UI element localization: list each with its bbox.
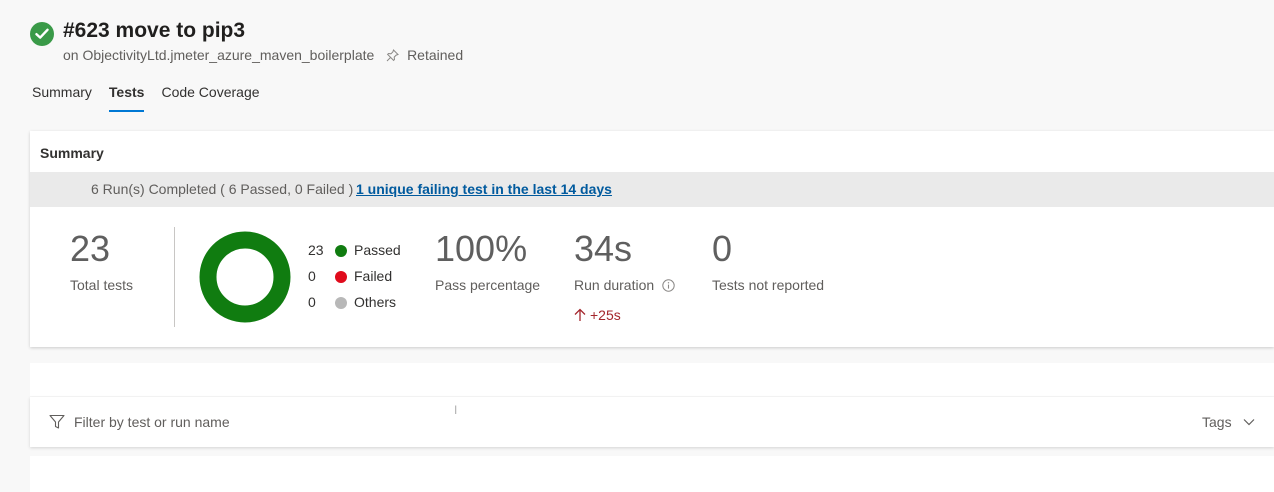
run-duration-label-row: Run duration — [574, 277, 675, 295]
tags-label: Tags — [1202, 414, 1232, 430]
run-status-bar: 6 Run(s) Completed ( 6 Passed, 0 Failed … — [30, 172, 1274, 207]
tab-bar: Summary Tests Code Coverage — [32, 84, 277, 112]
check-circle-icon — [30, 22, 54, 46]
pass-percentage-value: 100% — [435, 228, 528, 269]
passed-dot-icon — [335, 245, 347, 257]
retained-label: Retained — [407, 47, 464, 63]
tab-tests[interactable]: Tests — [108, 84, 145, 112]
summary-title: Summary — [40, 145, 104, 161]
duration-delta-value: +25s — [590, 307, 621, 323]
others-count: 0 — [308, 294, 316, 310]
not-reported-value: 0 — [712, 228, 733, 269]
outcome-donut-chart — [199, 231, 291, 323]
run-duration-label: Run duration — [574, 277, 655, 293]
pass-percentage-label: Pass percentage — [435, 277, 541, 293]
duration-delta: +25s — [574, 307, 675, 323]
not-reported-metric: 0 Tests not reported — [712, 227, 824, 293]
tab-code-coverage[interactable]: Code Coverage — [161, 84, 259, 112]
chevron-down-icon — [1244, 419, 1255, 426]
pin-icon — [386, 49, 400, 65]
run-duration-metric: 34s Run duration +25s — [574, 227, 675, 323]
others-label: Others — [354, 294, 397, 310]
arrow-up-icon — [574, 308, 586, 321]
build-subtitle: on ObjectivityLtd.jmeter_azure_maven_boi… — [63, 47, 463, 65]
run-duration-value: 34s — [574, 228, 633, 269]
not-reported-label: Tests not reported — [712, 277, 825, 293]
filter-bar: I Tags — [30, 397, 1274, 447]
passed-count: 23 — [308, 242, 324, 258]
donut-passed-segment — [199, 231, 291, 323]
test-summary-card: Summary 6 Run(s) Completed ( 6 Passed, 0… — [30, 131, 1274, 347]
results-panel — [30, 456, 1274, 492]
total-tests-metric: 23 Total tests — [70, 227, 133, 293]
failed-dot-icon — [335, 271, 347, 283]
tags-dropdown[interactable]: Tags — [1202, 414, 1255, 430]
divider — [174, 227, 175, 327]
failing-tests-link[interactable]: 1 unique failing test in the last 14 day… — [356, 172, 612, 207]
runs-completed-text: 6 Run(s) Completed ( 6 Passed, 0 Failed … — [91, 181, 354, 197]
spacer-panel — [30, 363, 1274, 396]
pass-percentage-metric: 100% Pass percentage — [435, 227, 540, 293]
repository-name: on ObjectivityLtd.jmeter_azure_maven_boi… — [63, 47, 375, 63]
total-tests-label: Total tests — [70, 277, 134, 293]
filter-input[interactable] — [74, 414, 674, 430]
total-tests-value: 23 — [70, 228, 111, 269]
failed-label: Failed — [354, 268, 393, 284]
text-cursor-icon: I — [454, 403, 458, 417]
page-title: #623 move to pip3 — [63, 19, 246, 42]
others-dot-icon — [335, 297, 347, 309]
failed-count: 0 — [308, 268, 316, 284]
passed-label: Passed — [354, 242, 401, 258]
info-icon[interactable] — [662, 279, 675, 295]
tab-summary[interactable]: Summary — [32, 84, 92, 112]
filter-icon — [49, 414, 65, 435]
